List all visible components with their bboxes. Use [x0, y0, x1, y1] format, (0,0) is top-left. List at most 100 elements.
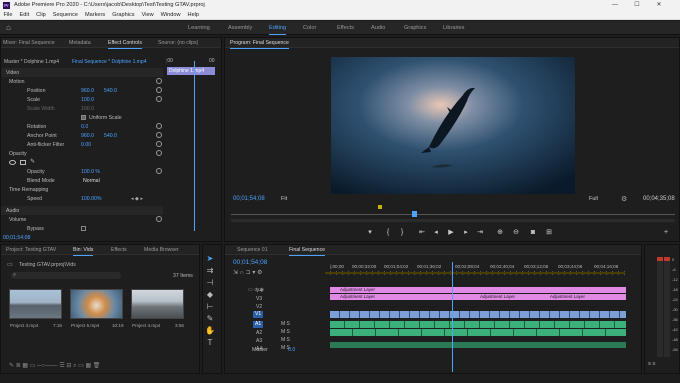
program-scrub-bar[interactable]	[231, 214, 675, 215]
wrench-icon[interactable]: ⚙	[621, 195, 627, 203]
thumbnail-project-3[interactable]	[9, 289, 62, 319]
close-button[interactable]: ✕	[648, 0, 670, 10]
motion-row[interactable]: Motion	[1, 77, 163, 86]
workspace-assembly[interactable]: Assembly	[228, 25, 252, 31]
type-tool-icon[interactable]: T	[205, 338, 215, 348]
menu-clip[interactable]: Clip	[33, 10, 50, 18]
ec-timecode[interactable]: 00;01;54;08	[3, 235, 30, 241]
v1-video-clips[interactable]	[330, 311, 626, 318]
minimize-button[interactable]: —	[604, 0, 626, 10]
speed-row[interactable]: Speed 100.00% ◂ ◆ ▸	[1, 194, 163, 203]
bypass-row[interactable]: Bypass	[1, 224, 163, 233]
menu-graphics[interactable]: Graphics	[109, 10, 138, 18]
pen-tool-icon[interactable]: ✎	[205, 314, 215, 324]
play-icon[interactable]: ▶	[447, 229, 455, 237]
workspace-color[interactable]: Color	[303, 25, 316, 31]
tab-project[interactable]: Project: Testing GTAV	[6, 247, 56, 253]
adjustment-layer-clip-3[interactable]: Adjustment Layer	[470, 294, 540, 300]
tab-sequence-01[interactable]: Sequence 01	[237, 247, 268, 253]
workspace-audio[interactable]: Audio	[371, 25, 385, 31]
resolution-select[interactable]: Full	[589, 196, 598, 202]
rectangle-mask-icon[interactable]	[20, 160, 26, 165]
button-editor-icon[interactable]: ⊞	[545, 229, 553, 237]
project-search-input[interactable]	[11, 272, 121, 279]
timeline-work-area[interactable]	[325, 272, 625, 274]
thumbnail-project-5[interactable]	[70, 289, 123, 319]
scale-row[interactable]: Scale 100.0	[1, 95, 163, 104]
adjustment-layer-clip-4[interactable]: Adjustment Layer	[540, 294, 626, 300]
lift-icon[interactable]: ⊕	[496, 229, 504, 237]
mark-in-icon[interactable]: {	[384, 229, 392, 237]
workspace-libraries[interactable]: Libraries	[443, 25, 464, 31]
tab-source[interactable]: Source: (no clips)	[158, 40, 198, 46]
program-video-frame[interactable]	[331, 57, 575, 194]
tab-effects[interactable]: Effects	[111, 247, 127, 253]
adjustment-layer-clip-1[interactable]: Adjustment Layer	[330, 287, 626, 293]
timeline-playhead[interactable]	[452, 262, 453, 372]
anchor-point-row[interactable]: Anchor Point 960.0 540.0	[1, 131, 163, 140]
workspace-effects[interactable]: Effects	[337, 25, 354, 31]
meter-solo-buttons[interactable]: S S	[648, 361, 655, 366]
anti-flicker-row[interactable]: Anti-flicker Filter 0.00	[1, 140, 163, 149]
timeline-tracks-area[interactable]: Adjustment Layer Adjustment Layer Adjust…	[330, 286, 628, 356]
step-forward-icon[interactable]: ▸	[462, 229, 470, 237]
track-header-a4[interactable]: A4 M S	[226, 344, 331, 354]
thumbnail-project-4[interactable]	[131, 289, 184, 319]
timeline-tools-icons[interactable]: ⇲ ∩ ⊐ ▾ ⚙	[233, 269, 262, 276]
track-select-tool-icon[interactable]: ⇉	[205, 266, 215, 276]
ec-clip-bar[interactable]: Dolphine 1.mp4	[167, 67, 215, 75]
home-icon[interactable]: ⌂	[6, 24, 11, 32]
add-marker-icon[interactable]: ▾	[366, 229, 374, 237]
project-footer-icons[interactable]: ✎ ≣ ▦ ▭ ─○─── ☰ ⊟ ⌕ ▭ ▦ 🗑	[9, 362, 100, 370]
maximize-button[interactable]: ☐	[626, 0, 648, 10]
ripple-edit-tool-icon[interactable]: ⊣	[205, 278, 215, 288]
master-track-value[interactable]: 0.0	[288, 347, 295, 353]
tab-audio-mixer[interactable]: Mixer: Final Sequence	[3, 40, 55, 46]
a2-audio-clips[interactable]	[330, 329, 626, 336]
tab-metadata[interactable]: Metadata	[69, 40, 91, 46]
time-remap-row[interactable]: Time Remapping	[1, 185, 163, 194]
track-header-v1[interactable]: V1	[226, 310, 331, 320]
workspace-editing[interactable]: Editing	[269, 25, 287, 35]
adjustment-layer-clip-2[interactable]: Adjustment Layer	[330, 294, 470, 300]
sequence-clip-select[interactable]: Final Sequence * Dolphine 1.mp4	[72, 59, 147, 65]
menu-markers[interactable]: Markers	[82, 10, 109, 18]
hand-tool-icon[interactable]: ✋	[205, 326, 215, 336]
menu-edit[interactable]: Edit	[16, 10, 33, 18]
tab-program[interactable]: Program: Final Sequence	[230, 40, 289, 49]
add-button-icon[interactable]: +	[662, 229, 670, 237]
selection-tool-icon[interactable]: ➤	[205, 254, 215, 264]
master-clip-select[interactable]: Master * Dolphine 1.mp4	[4, 59, 59, 65]
mark-out-icon[interactable]: }	[398, 229, 406, 237]
workspace-learning[interactable]: Learning	[188, 25, 210, 31]
menu-help[interactable]: Help	[184, 10, 203, 18]
go-to-in-icon[interactable]: ⇤	[418, 229, 426, 237]
timeline-timecode[interactable]: 00;01;54;08	[233, 259, 267, 266]
blend-mode-row[interactable]: Blend Mode Normal	[1, 176, 163, 185]
program-playhead[interactable]	[412, 211, 417, 217]
menu-file[interactable]: File	[0, 10, 16, 18]
program-zoom-bar[interactable]	[231, 219, 675, 222]
menu-view[interactable]: View	[138, 10, 157, 18]
zoom-fit-select[interactable]: Fit	[281, 196, 287, 202]
menu-sequence[interactable]: Sequence	[49, 10, 81, 18]
tab-final-sequence[interactable]: Final Sequence	[289, 247, 326, 256]
ellipse-mask-icon[interactable]	[9, 160, 16, 165]
pen-mask-icon[interactable]: ✎	[30, 158, 35, 165]
uniform-scale-row[interactable]: Uniform Scale	[1, 113, 163, 122]
a4-audio-clip[interactable]	[330, 342, 626, 348]
opacity-row[interactable]: Opacity 100.0 %	[1, 167, 163, 176]
program-timecode[interactable]: 00;01;54;08	[233, 196, 265, 202]
go-to-out-icon[interactable]: ⇥	[476, 229, 484, 237]
step-back-icon[interactable]: ◂	[432, 229, 440, 237]
position-row[interactable]: Position 960.0 540.0	[1, 86, 163, 95]
rotation-row[interactable]: Rotation 0.0	[1, 122, 163, 131]
slip-tool-icon[interactable]: ⊢	[205, 302, 215, 312]
opacity-section-row[interactable]: Opacity	[1, 149, 163, 158]
extract-icon[interactable]: ⊖	[512, 229, 520, 237]
program-marker[interactable]	[378, 205, 382, 209]
workspace-graphics[interactable]: Graphics	[404, 25, 426, 31]
volume-row[interactable]: Volume	[1, 215, 163, 224]
export-frame-icon[interactable]: ◙	[529, 229, 537, 237]
tab-effect-controls[interactable]: Effect Controls	[108, 40, 142, 49]
